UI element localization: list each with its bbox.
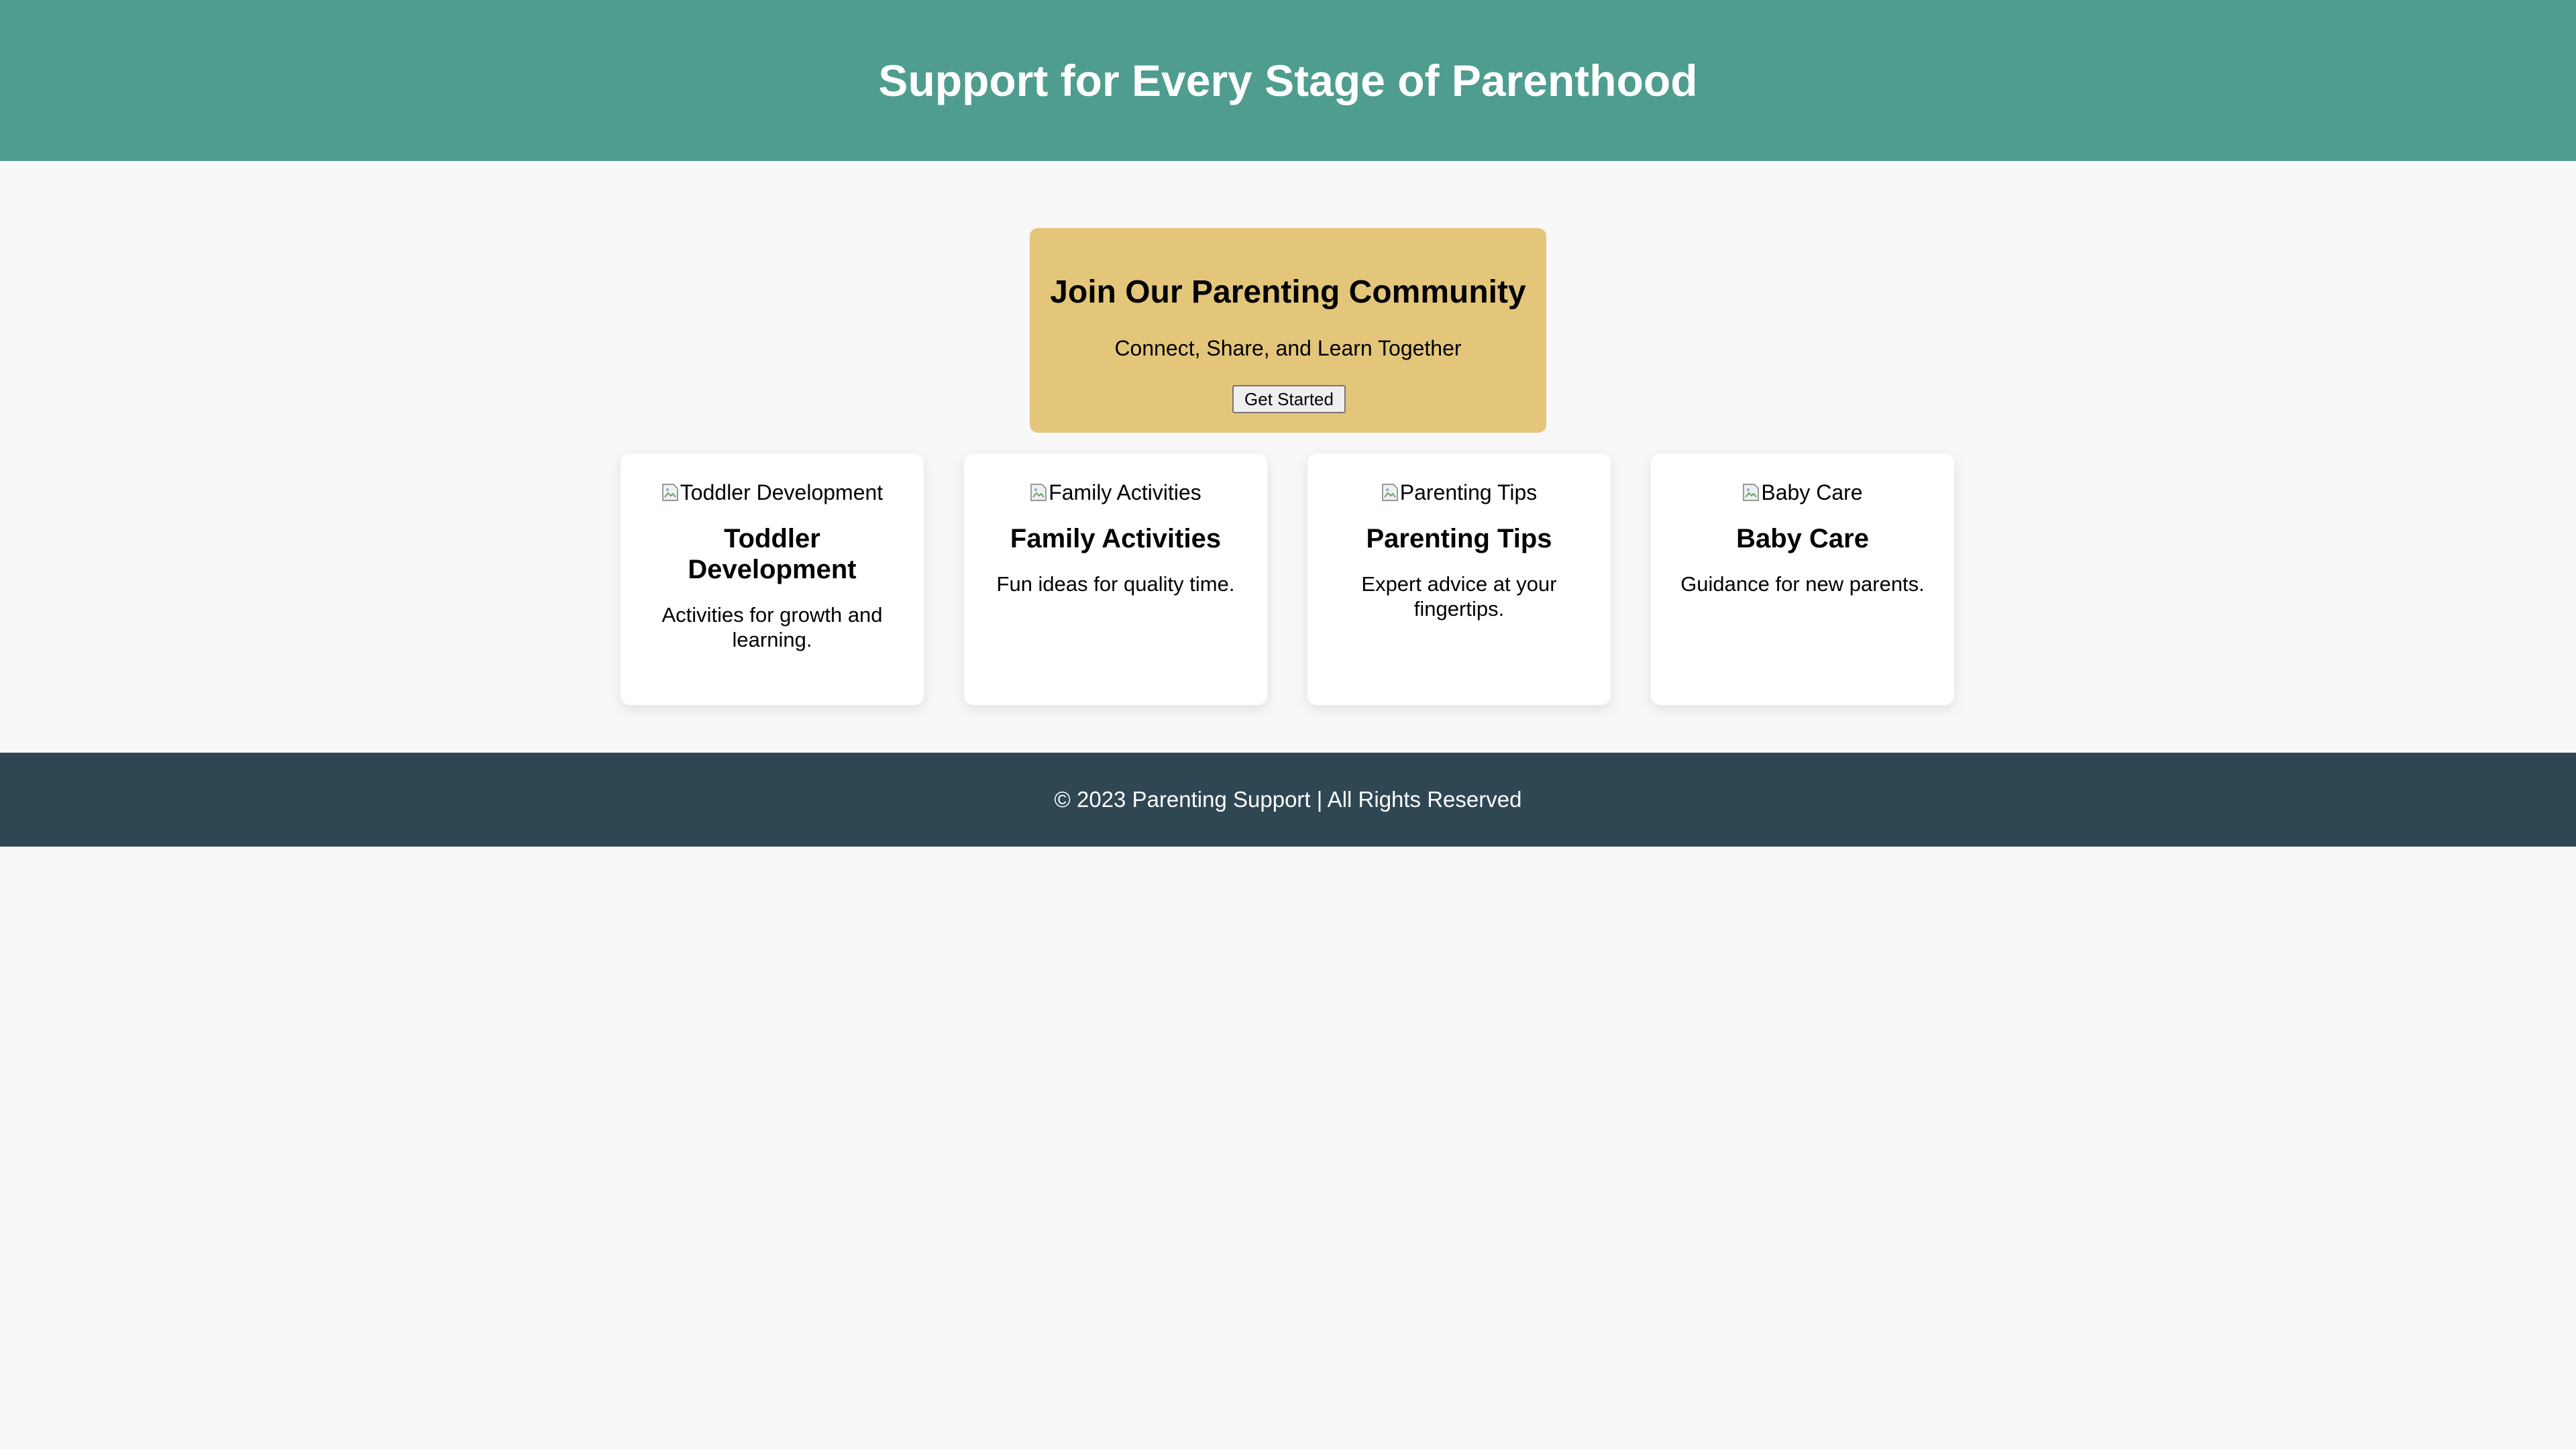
card-image-alt-text: Parenting Tips: [1399, 480, 1538, 504]
card-image-alt-text: Family Activities: [1049, 480, 1201, 504]
card-image-alt-text: Baby Care: [1761, 480, 1863, 504]
card-title: Family Activities: [1010, 524, 1222, 553]
site-header: Support for Every Stage of Parenthood: [0, 0, 2576, 161]
card-image-alt-text: Toddler Development: [680, 480, 883, 504]
card-image: Family Activities: [1030, 479, 1201, 506]
card-title: Baby Care: [1736, 524, 1869, 553]
get-started-button[interactable]: Get Started: [1232, 385, 1346, 413]
card-title: Parenting Tips: [1366, 524, 1552, 553]
site-footer: © 2023 Parenting Support | All Rights Re…: [0, 753, 2576, 847]
card-description: Guidance for new parents.: [1680, 572, 1925, 596]
community-subtitle: Connect, Share, and Learn Together: [1114, 336, 1462, 360]
broken-image-icon: [1381, 482, 1399, 502]
broken-image-icon: [1742, 482, 1760, 502]
card-image: Baby Care: [1742, 479, 1863, 506]
card-image: Parenting Tips: [1381, 479, 1538, 506]
card-family-activities[interactable]: Family Activities Family Activities Fun …: [964, 453, 1267, 705]
card-baby-care[interactable]: Baby Care Baby Care Guidance for new par…: [1651, 453, 1954, 705]
card-image: Toddler Development: [661, 479, 883, 506]
card-description: Fun ideas for quality time.: [996, 572, 1235, 596]
broken-image-icon: [661, 482, 679, 502]
footer-copyright: © 2023 Parenting Support | All Rights Re…: [1054, 787, 1522, 812]
card-grid: Toddler Development Toddler Development …: [621, 453, 1955, 705]
page-title: Support for Every Stage of Parenthood: [878, 56, 1698, 105]
community-title: Join Our Parenting Community: [1050, 274, 1526, 310]
community-banner: Join Our Parenting Community Connect, Sh…: [1030, 228, 1546, 433]
card-toddler-development[interactable]: Toddler Development Toddler Development …: [621, 453, 924, 705]
broken-image-icon: [1030, 482, 1047, 502]
card-title: Toddler Development: [688, 524, 857, 584]
card-description: Activities for growth and learning.: [661, 603, 883, 651]
card-parenting-tips[interactable]: Parenting Tips Parenting Tips Expert adv…: [1307, 453, 1611, 705]
card-description: Expert advice at your fingertips.: [1361, 572, 1557, 621]
